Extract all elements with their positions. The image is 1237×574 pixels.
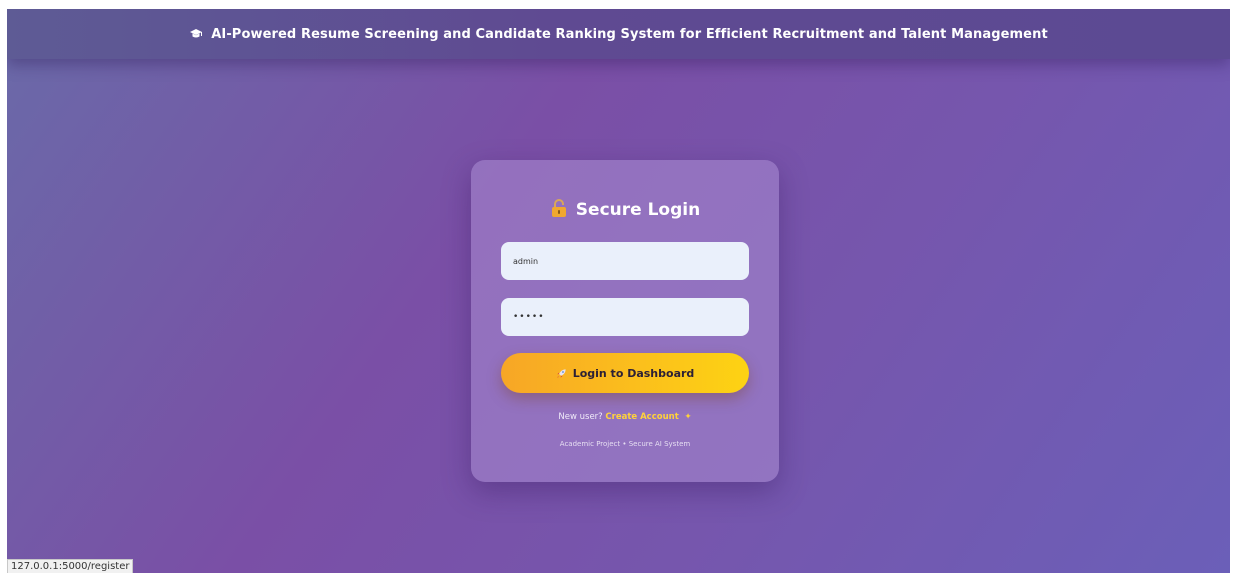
app-title: AI-Powered Resume Screening and Candidat… bbox=[211, 26, 1048, 42]
footer-note: Academic Project • Secure AI System bbox=[559, 440, 691, 448]
username-input[interactable]: admin bbox=[501, 242, 749, 280]
login-title: Secure Login bbox=[575, 200, 701, 220]
password-value: ••••• bbox=[513, 312, 545, 322]
password-input[interactable]: ••••• bbox=[501, 298, 749, 336]
login-button[interactable]: Login to Dashboard bbox=[501, 353, 749, 393]
login-button-label: Login to Dashboard bbox=[572, 366, 695, 380]
login-card: Secure Login admin ••••• Login to Dashbo… bbox=[471, 160, 779, 482]
rocket-icon bbox=[556, 364, 567, 383]
graduation-cap-icon bbox=[189, 28, 203, 40]
page-viewport: AI-Powered Resume Screening and Candidat… bbox=[7, 9, 1230, 573]
username-value: admin bbox=[513, 256, 539, 266]
signup-line: New user? Create Account ✦ bbox=[471, 412, 779, 422]
status-bar-url: 127.0.0.1:5000/register bbox=[7, 559, 134, 573]
lock-icon bbox=[550, 198, 568, 222]
sparkle-icon: ✦ bbox=[684, 412, 692, 422]
login-heading: Secure Login bbox=[471, 198, 779, 222]
top-header: AI-Powered Resume Screening and Candidat… bbox=[7, 9, 1230, 59]
create-account-link[interactable]: Create Account bbox=[605, 412, 678, 422]
signup-prompt: New user? bbox=[558, 412, 603, 422]
